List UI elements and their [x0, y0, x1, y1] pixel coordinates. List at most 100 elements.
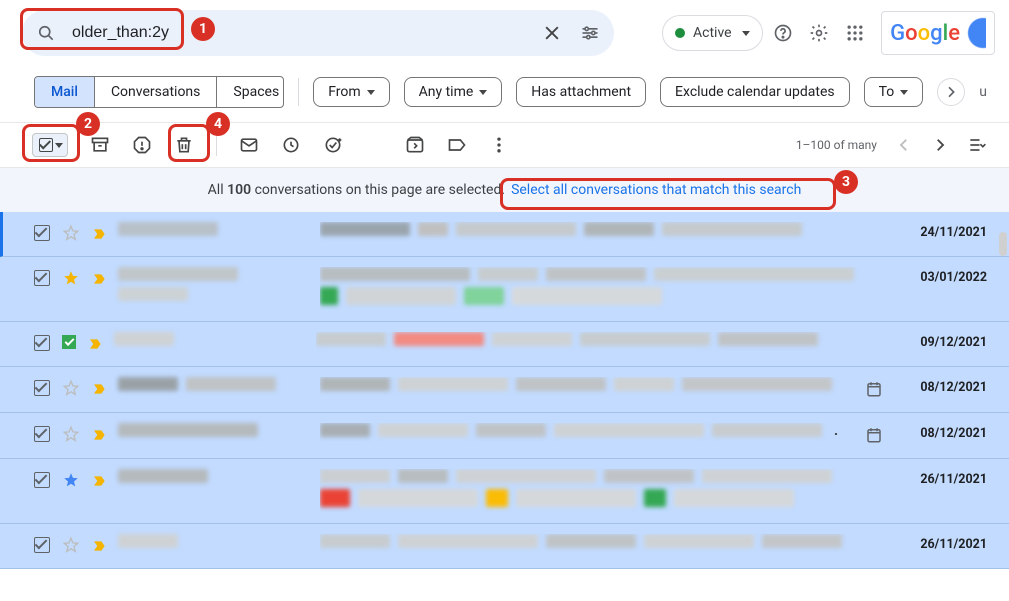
star-icon[interactable]: [62, 379, 80, 401]
delete-button[interactable]: [174, 135, 194, 155]
move-to-button[interactable]: [405, 135, 425, 155]
subject-cell: [320, 534, 887, 554]
row-checkbox[interactable]: [34, 335, 50, 351]
message-row[interactable]: 26/11/2021: [0, 524, 1009, 569]
select-all-checkbox[interactable]: [32, 133, 68, 157]
chip-any-time[interactable]: Any time: [404, 77, 503, 107]
density-toggle-button[interactable]: [967, 135, 987, 155]
sender-cell: [118, 267, 308, 307]
next-page-button[interactable]: [931, 136, 949, 154]
sender-cell: [118, 469, 308, 489]
subject-cell: [320, 377, 853, 397]
chevron-down-icon: [55, 143, 63, 148]
importance-marker-icon[interactable]: [92, 271, 106, 291]
add-to-tasks-button[interactable]: [323, 135, 343, 155]
sender-cell: [118, 222, 308, 242]
tab-spaces[interactable]: Spaces: [217, 77, 284, 107]
archive-button[interactable]: [90, 135, 110, 155]
avatar: [966, 16, 986, 50]
date-cell: 08/12/2021: [899, 426, 987, 441]
mark-unread-button[interactable]: [239, 135, 259, 155]
row-checkbox[interactable]: [34, 270, 50, 286]
star-icon[interactable]: [62, 425, 80, 447]
scope-segmented-control[interactable]: Mail Conversations Spaces: [34, 76, 284, 108]
date-cell: 24/11/2021: [899, 225, 987, 240]
action-toolbar: 1–100 of many: [0, 123, 1009, 168]
more-chips-button[interactable]: [937, 78, 965, 106]
row-checkbox[interactable]: [34, 426, 50, 442]
star-icon[interactable]: [62, 536, 80, 558]
subject-cell: .: [320, 423, 853, 445]
more-actions-button[interactable]: [489, 135, 509, 155]
star-icon[interactable]: [62, 471, 80, 493]
scrollbar-thumb[interactable]: [999, 232, 1007, 256]
search-icon: [36, 23, 56, 43]
calendar-icon: [865, 380, 883, 402]
search-input[interactable]: [70, 23, 450, 43]
google-logo[interactable]: Google: [881, 11, 995, 55]
sender-cell: [114, 332, 304, 352]
chip-to[interactable]: To: [864, 77, 924, 107]
help-icon[interactable]: [773, 23, 793, 43]
importance-marker-icon[interactable]: [92, 381, 106, 401]
search-bar[interactable]: [22, 10, 614, 56]
status-dot-icon: [675, 28, 685, 38]
report-spam-button[interactable]: [132, 135, 152, 155]
select-all-matching-link[interactable]: Select all conversations that match this…: [511, 182, 801, 198]
chip-from[interactable]: From: [313, 77, 389, 107]
message-row[interactable]: 08/12/2021: [0, 367, 1009, 413]
subject-cell: [316, 332, 887, 352]
green-check-icon[interactable]: [62, 335, 76, 349]
date-cell: 09/12/2021: [899, 335, 987, 350]
importance-marker-icon[interactable]: [92, 473, 106, 493]
search-options-icon[interactable]: [580, 23, 600, 43]
sender-cell: [118, 423, 308, 443]
message-list: 24/11/2021 03/01/2022 09/12/2021 08: [0, 212, 1009, 569]
chip-has-attachment[interactable]: Has attachment: [516, 77, 646, 107]
status-pill[interactable]: Active: [662, 15, 763, 51]
chip-partial: u: [979, 84, 987, 100]
select-all-banner: All 100 conversations on this page are s…: [0, 168, 1009, 212]
message-row[interactable]: 26/11/2021: [0, 459, 1009, 524]
importance-marker-icon[interactable]: [92, 538, 106, 558]
row-checkbox[interactable]: [34, 225, 50, 241]
separator: [298, 78, 299, 106]
row-checkbox[interactable]: [34, 472, 50, 488]
settings-gear-icon[interactable]: [809, 23, 829, 43]
chip-exclude-calendar[interactable]: Exclude calendar updates: [660, 77, 850, 107]
star-icon[interactable]: [62, 269, 80, 291]
message-row[interactable]: 03/01/2022: [0, 257, 1009, 322]
chevron-down-icon: [367, 90, 375, 95]
chevron-down-icon: [479, 90, 487, 95]
sender-cell: [118, 377, 308, 397]
separator: [216, 134, 217, 156]
tab-mail[interactable]: Mail: [35, 77, 95, 107]
date-cell: 26/11/2021: [899, 472, 987, 487]
row-checkbox[interactable]: [34, 537, 50, 553]
labels-button[interactable]: [447, 135, 467, 155]
filter-chip-bar: Mail Conversations Spaces From Any time …: [0, 66, 1009, 123]
snooze-button[interactable]: [281, 135, 301, 155]
message-row[interactable]: 24/11/2021: [0, 212, 1009, 257]
checkbox-icon: [39, 138, 53, 152]
importance-marker-icon[interactable]: [88, 336, 102, 356]
date-cell: 03/01/2022: [899, 270, 987, 285]
prev-page-button[interactable]: [895, 136, 913, 154]
status-label: Active: [693, 25, 732, 41]
clear-search-icon[interactable]: [542, 23, 562, 43]
date-cell: 08/12/2021: [899, 380, 987, 395]
row-checkbox[interactable]: [34, 380, 50, 396]
subject-cell: [320, 469, 887, 513]
date-cell: 26/11/2021: [899, 537, 987, 552]
star-icon[interactable]: [62, 224, 80, 246]
page-counter: 1–100 of many: [796, 138, 877, 152]
tab-conversations[interactable]: Conversations: [95, 77, 217, 107]
importance-marker-icon[interactable]: [92, 427, 106, 447]
importance-marker-icon[interactable]: [92, 226, 106, 246]
chevron-down-icon: [900, 90, 908, 95]
sender-cell: [118, 534, 308, 554]
apps-grid-icon[interactable]: [845, 23, 865, 43]
message-row[interactable]: 09/12/2021: [0, 322, 1009, 367]
subject-cell: [320, 222, 887, 242]
message-row[interactable]: . 08/12/2021: [0, 413, 1009, 459]
